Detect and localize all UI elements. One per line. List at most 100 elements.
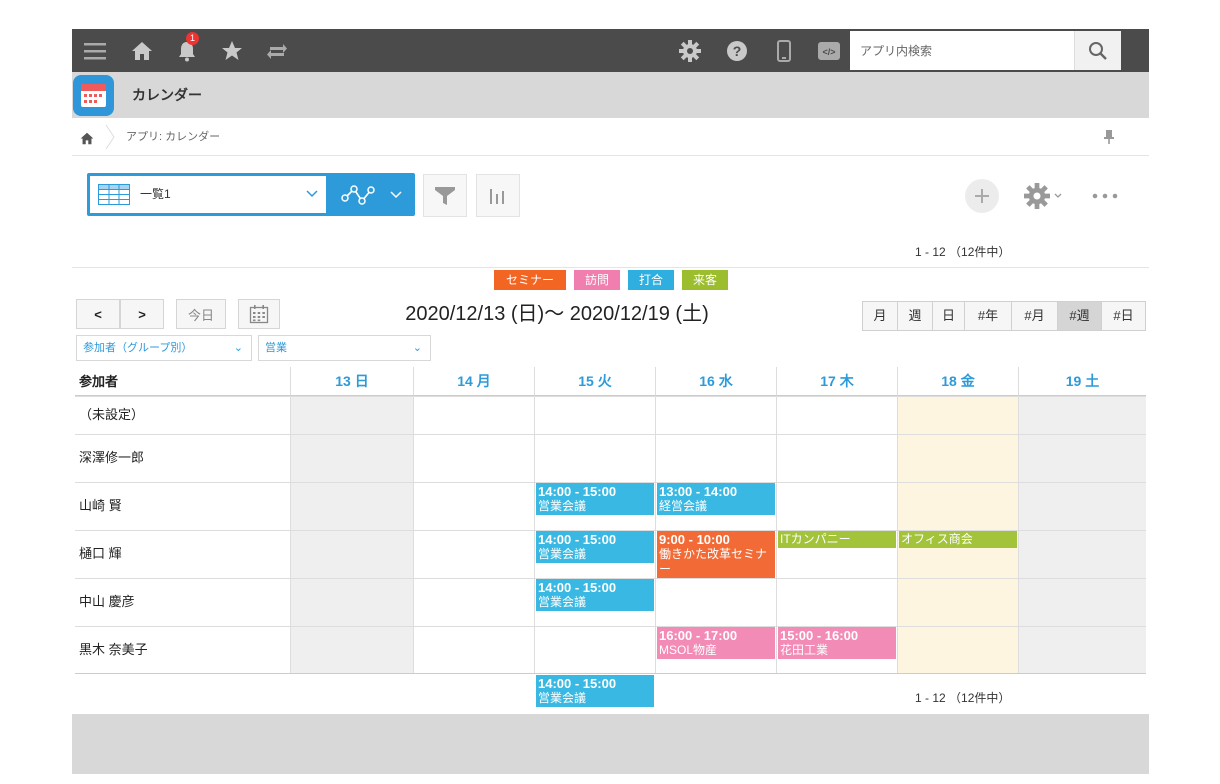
calendar-event[interactable]: 9:00 - 10:00 働きかた改革セミナー [657, 531, 775, 578]
calendar-event[interactable]: 15:00 - 16:00 花田工業 [778, 627, 896, 659]
day-header: 14 月 [413, 367, 534, 396]
event-title: 花田工業 [780, 643, 829, 657]
prev-week-button[interactable]: < [76, 299, 120, 329]
calendar-event[interactable]: ITカンパニー [778, 531, 896, 548]
event-time: 16:00 - 17:00 [659, 628, 738, 643]
home-icon[interactable] [127, 29, 157, 72]
svg-text:</>: </> [822, 47, 835, 57]
day-column [1018, 396, 1146, 673]
calendar-app-icon [73, 75, 114, 116]
graph-icon [341, 184, 375, 205]
add-record-button[interactable] [965, 179, 999, 213]
calendar-event[interactable]: 14:00 - 15:00 営業会議 [536, 483, 654, 515]
record-count-bottom: 1 - 12 （12件中） [915, 691, 1011, 705]
next-week-button[interactable]: > [120, 299, 164, 329]
mode-group-day[interactable]: #日 [1102, 302, 1145, 330]
mode-group-week[interactable]: #週 [1058, 302, 1102, 330]
view-name: 一覧1 [140, 187, 171, 201]
day-header: 15 火 [534, 367, 655, 396]
chevron-down-icon: ⌄ [412, 342, 422, 354]
view-selector[interactable]: 一覧1 [87, 173, 415, 216]
day-header: 17 木 [776, 367, 897, 396]
event-time: 13:00 - 14:00 [659, 484, 738, 499]
calendar-event[interactable]: 16:00 - 17:00 MSOL物産 [657, 627, 775, 659]
calendar-icon [249, 305, 269, 324]
calendar-event[interactable]: 14:00 - 15:00 営業会議 [536, 579, 654, 611]
date-picker-button[interactable] [238, 299, 280, 329]
event-title: 働きかた改革セミナー [659, 547, 768, 576]
app-header: カレンダー [72, 72, 1149, 118]
settings-button[interactable] [1018, 179, 1068, 213]
pin-icon[interactable] [1103, 129, 1115, 149]
participant-name: 樋口 輝 [79, 546, 122, 561]
calendar-event[interactable]: オフィス商会 [899, 531, 1017, 548]
breadcrumb-separator-icon [105, 124, 115, 150]
filter-button[interactable] [423, 174, 467, 217]
search-input[interactable] [850, 31, 1074, 70]
star-icon[interactable] [217, 29, 247, 72]
event-title: 営業会議 [538, 595, 587, 609]
more-options-button[interactable] [1087, 179, 1123, 213]
app-window: 1 ? </> カレンダー [72, 29, 1149, 774]
code-icon[interactable]: </> [814, 29, 844, 72]
calendar-event[interactable]: 14:00 - 15:00 営業会議 [536, 531, 654, 563]
event-time: 14:00 - 15:00 [538, 676, 617, 691]
legend-visit: 訪問 [574, 270, 620, 290]
event-time: 9:00 - 10:00 [659, 532, 730, 547]
row-divider [75, 396, 1146, 397]
grid-header-participant: 参加者 [75, 367, 290, 396]
participant-name: 黒木 奈美子 [79, 642, 148, 657]
help-icon[interactable]: ? [722, 29, 752, 72]
event-time: 15:00 - 16:00 [780, 628, 859, 643]
top-bar: 1 ? </> [72, 29, 1149, 72]
record-count-top: 1 - 12 （12件中） [915, 245, 1011, 259]
bar-chart-icon [490, 188, 504, 204]
search-icon [1089, 41, 1107, 60]
mode-group-year[interactable]: #年 [965, 302, 1012, 330]
department-filter-select[interactable]: 営業 ⌄ [258, 335, 431, 361]
event-title: MSOL物産 [659, 643, 718, 657]
chevron-down-icon [390, 190, 402, 198]
menu-icon[interactable] [80, 29, 110, 72]
day-column [413, 396, 534, 673]
calendar-event[interactable]: 13:00 - 14:00 経営会議 [657, 483, 775, 515]
event-title: ITカンパニー [780, 532, 851, 546]
group-filter-select[interactable]: 参加者（グループ別） ⌄ [76, 335, 252, 361]
event-title: 営業会議 [538, 547, 587, 561]
day-column [290, 396, 413, 673]
view-dropdown[interactable]: 一覧1 [90, 176, 326, 213]
group-filter-value: 参加者（グループ別） [83, 342, 193, 354]
bell-icon[interactable]: 1 [172, 29, 202, 72]
graph-dropdown-button[interactable] [327, 173, 415, 216]
chart-button[interactable] [476, 174, 520, 217]
day-header: 13 日 [290, 367, 413, 396]
mode-group-month[interactable]: #月 [1012, 302, 1058, 330]
department-filter-value: 営業 [265, 342, 287, 354]
gear-icon[interactable] [675, 29, 705, 72]
calendar-event[interactable]: 14:00 - 15:00 営業会議 [536, 675, 654, 707]
mode-month[interactable]: 月 [863, 302, 898, 330]
today-button[interactable]: 今日 [176, 299, 226, 329]
event-title: 経営会議 [659, 499, 708, 513]
more-icon [1092, 193, 1118, 199]
mode-week[interactable]: 週 [898, 302, 933, 330]
breadcrumb-app-link[interactable]: アプリ: カレンダー [126, 118, 220, 156]
gear-icon [1024, 183, 1050, 209]
event-title: 営業会議 [538, 691, 587, 705]
participant-name: 深澤修一郎 [79, 450, 145, 465]
mobile-icon[interactable] [769, 29, 799, 72]
recent-icon[interactable] [262, 29, 292, 72]
chevron-down-icon [306, 190, 318, 198]
mode-day[interactable]: 日 [933, 302, 965, 330]
footer-bar [72, 714, 1149, 774]
participant-name: （未設定） [79, 407, 145, 422]
event-title: オフィス商会 [901, 532, 973, 546]
legend-meeting: 打合 [628, 270, 674, 290]
row-divider [75, 434, 1146, 435]
row-divider [75, 626, 1146, 627]
legend-seminar: セミナー [494, 270, 566, 290]
search-button[interactable] [1074, 31, 1121, 70]
legend-guest: 来客 [682, 270, 728, 290]
home-icon[interactable] [80, 130, 94, 149]
filter-icon [435, 186, 455, 205]
